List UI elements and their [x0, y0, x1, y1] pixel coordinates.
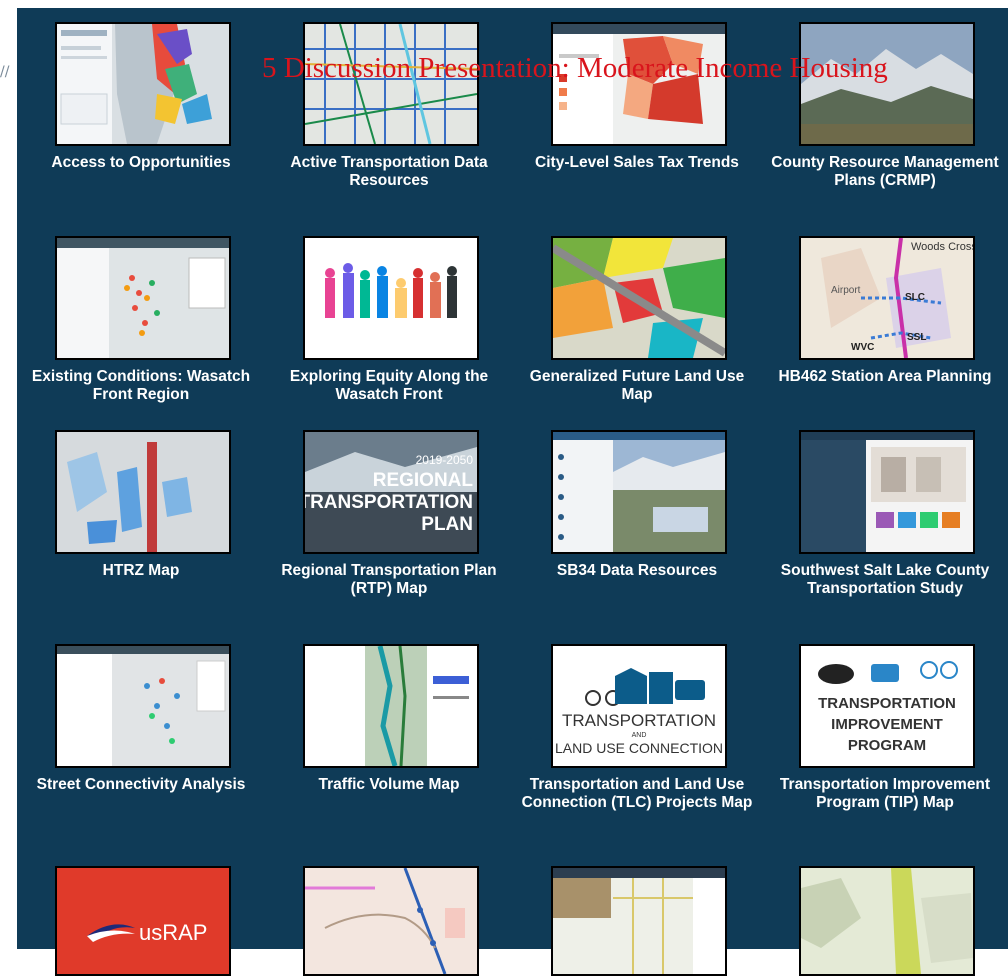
tlc-title-line: LAND USE CONNECTION — [555, 740, 723, 756]
card-thumbnail[interactable] — [303, 236, 479, 360]
card-county-resource-plans[interactable]: County Resource Management Plans (CRMP) — [761, 8, 1008, 228]
overlay-title: 5 Discussion Presentation: Moderate Inco… — [262, 52, 888, 84]
card-usrap[interactable]: usRAP — [17, 852, 265, 976]
card-thumbnail[interactable]: usRAP — [55, 866, 231, 976]
card-thumbnail[interactable] — [55, 22, 231, 146]
card-traffic-volume[interactable]: Traffic Volume Map — [265, 630, 513, 830]
card-title[interactable]: Regional Transportation Plan (RTP) Map — [265, 562, 513, 598]
card-thumbnail[interactable] — [799, 430, 975, 554]
card-exploring-equity[interactable]: Exploring Equity Along the Wasatch Front — [265, 222, 513, 422]
card-title[interactable]: Generalized Future Land Use Map — [513, 368, 761, 404]
card-tlc-projects[interactable]: TRANSPORTATION AND LAND USE CONNECTION T… — [513, 630, 761, 850]
card-thumbnail[interactable] — [799, 866, 975, 976]
card-thumbnail[interactable] — [551, 236, 727, 360]
card-htrz-map[interactable]: HTRZ Map — [17, 416, 265, 616]
card-thumbnail[interactable] — [55, 644, 231, 768]
card-thumbnail[interactable]: Woods Cross Airport SLC SSL WVC — [799, 236, 975, 360]
card-thumbnail[interactable] — [551, 866, 727, 976]
card-access-to-opportunities[interactable]: Access to Opportunities — [17, 8, 265, 208]
card-map-5b[interactable] — [265, 852, 513, 976]
card-title[interactable]: Traffic Volume Map — [265, 776, 513, 794]
card-hb462[interactable]: Woods Cross Airport SLC SSL WVC HB462 St… — [761, 222, 1008, 422]
card-thumbnail[interactable] — [551, 430, 727, 554]
card-thumbnail[interactable] — [55, 236, 231, 360]
card-title[interactable]: County Resource Management Plans (CRMP) — [761, 154, 1008, 190]
card-southwest-study[interactable]: Southwest Salt Lake County Transportatio… — [761, 416, 1008, 636]
card-rtp-map[interactable]: 2019-2050 REGIONAL TRANSPORTATION PLAN R… — [265, 416, 513, 616]
tip-title-line: TRANSPORTATION — [818, 695, 956, 712]
card-thumbnail[interactable] — [55, 430, 231, 554]
card-existing-conditions[interactable]: Existing Conditions: Wasatch Front Regio… — [17, 222, 265, 422]
card-title[interactable]: Existing Conditions: Wasatch Front Regio… — [17, 368, 265, 404]
card-title[interactable]: Transportation and Land Use Connection (… — [513, 776, 761, 812]
card-city-sales-tax[interactable]: City-Level Sales Tax Trends — [513, 8, 761, 208]
map-label: Airport — [831, 285, 861, 296]
card-title[interactable]: Transportation Improvement Program (TIP)… — [761, 776, 1008, 812]
card-app-5c[interactable] — [513, 852, 761, 976]
card-title[interactable]: HB462 Station Area Planning — [761, 368, 1008, 386]
card-thumbnail[interactable] — [303, 866, 479, 976]
card-sb34[interactable]: SB34 Data Resources — [513, 416, 761, 616]
card-thumbnail[interactable] — [303, 644, 479, 768]
rtp-title-line: TRANSPORTATION — [305, 492, 473, 513]
card-street-connectivity[interactable]: Street Connectivity Analysis — [17, 630, 265, 830]
card-title[interactable]: City-Level Sales Tax Trends — [513, 154, 761, 172]
stray-text: // — [0, 64, 10, 80]
card-thumbnail[interactable]: TRANSPORTATION AND LAND USE CONNECTION — [551, 644, 727, 768]
card-title[interactable]: Active Transportation Data Resources — [265, 154, 513, 190]
tlc-title-line: AND — [632, 732, 647, 739]
card-title[interactable]: HTRZ Map — [17, 562, 265, 580]
card-map-5d[interactable] — [761, 852, 1008, 976]
tip-title-line: IMPROVEMENT — [831, 716, 943, 733]
usrap-logo: usRAP — [139, 920, 207, 945]
card-future-land-use[interactable]: Generalized Future Land Use Map — [513, 222, 761, 422]
rtp-title-line: REGIONAL — [373, 470, 474, 491]
card-tip-map[interactable]: TRANSPORTATION IMPROVEMENT PROGRAM Trans… — [761, 630, 1008, 850]
rtp-title-line: PLAN — [421, 514, 473, 535]
tlc-title-line: TRANSPORTATION — [562, 711, 716, 730]
app-gallery-grid: Access to Opportunities Active Transport… — [17, 8, 1008, 976]
map-label: SLC — [905, 292, 925, 303]
card-thumbnail[interactable]: TRANSPORTATION IMPROVEMENT PROGRAM — [799, 644, 975, 768]
card-title[interactable]: Southwest Salt Lake County Transportatio… — [761, 562, 1008, 598]
map-label: Woods Cross — [911, 241, 973, 253]
map-label: WVC — [851, 342, 874, 353]
tip-title-line: PROGRAM — [848, 737, 926, 754]
card-title[interactable]: Access to Opportunities — [17, 154, 265, 172]
card-title[interactable]: Street Connectivity Analysis — [17, 776, 265, 794]
map-label: SSL — [907, 332, 926, 343]
card-title[interactable]: SB34 Data Resources — [513, 562, 761, 580]
rtp-years: 2019-2050 — [416, 453, 474, 467]
card-thumbnail[interactable]: 2019-2050 REGIONAL TRANSPORTATION PLAN — [303, 430, 479, 554]
card-title[interactable]: Exploring Equity Along the Wasatch Front — [265, 368, 513, 404]
card-active-transportation[interactable]: Active Transportation Data Resources — [265, 8, 513, 208]
